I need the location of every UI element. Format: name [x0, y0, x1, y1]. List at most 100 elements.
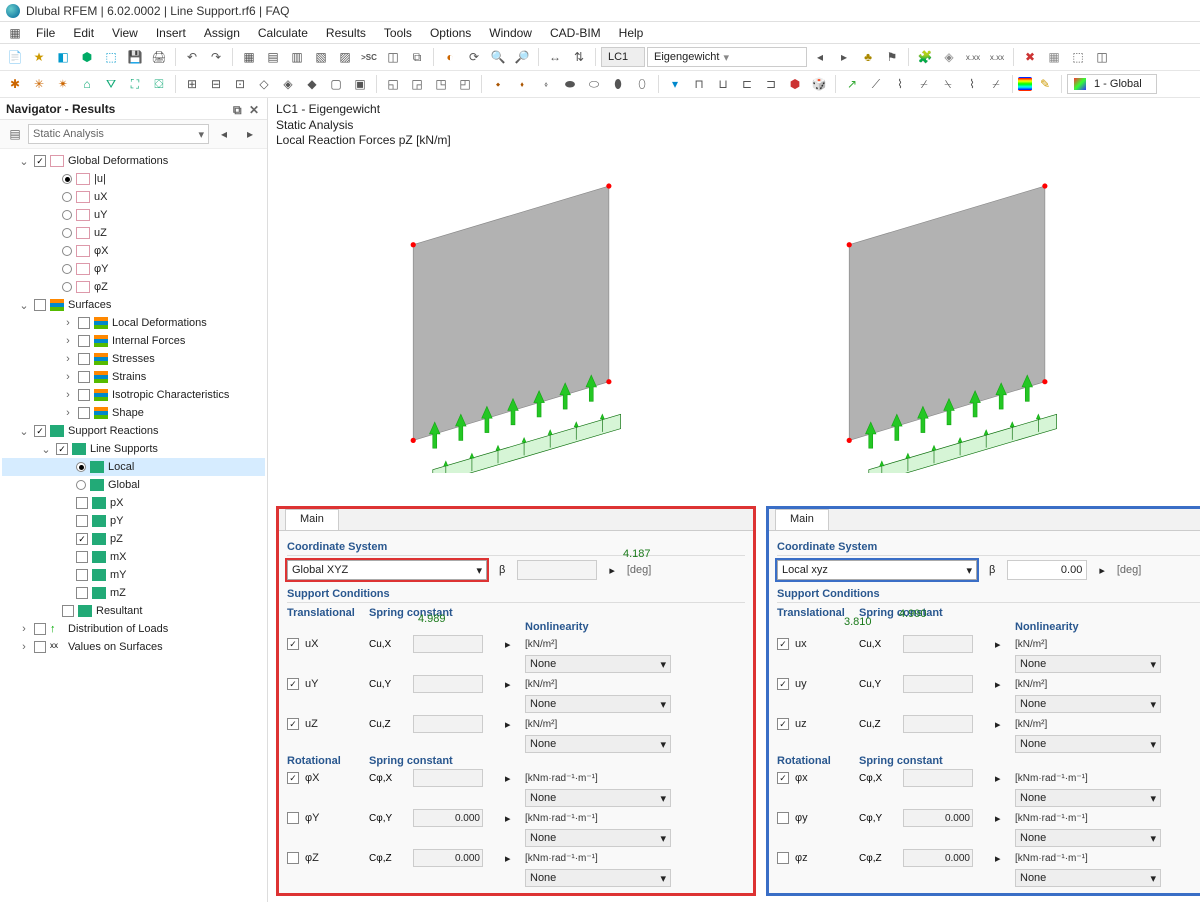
pin-icon[interactable]: ⧉	[233, 103, 245, 115]
checkbox[interactable]	[78, 371, 90, 383]
tree-pz[interactable]: pZ	[2, 530, 265, 548]
checkbox[interactable]	[287, 852, 299, 864]
radio[interactable]	[76, 462, 86, 472]
tool-icon[interactable]: ◱	[382, 73, 404, 95]
tool-icon[interactable]: ⊡	[229, 73, 251, 95]
tree-resultant[interactable]: Resultant	[2, 602, 265, 620]
tool-icon[interactable]: ▤	[262, 46, 284, 68]
viewport-right[interactable]: 3.810 4.990	[734, 153, 1200, 500]
tool-icon[interactable]: ▧	[310, 46, 332, 68]
menu-help[interactable]: Help	[611, 24, 652, 42]
checkbox[interactable]	[78, 335, 90, 347]
tree-global-deformations[interactable]: ⌄ Global Deformations	[2, 152, 265, 170]
tool-icon[interactable]: ⊞	[181, 73, 203, 95]
checkbox[interactable]	[777, 638, 789, 650]
menu-cadbim[interactable]: CAD-BIM	[542, 24, 609, 42]
save-icon[interactable]: ★	[28, 46, 50, 68]
cs-select-global[interactable]: Global XYZ▾	[287, 560, 487, 580]
checkbox[interactable]	[78, 407, 90, 419]
tool-icon[interactable]	[1018, 77, 1032, 91]
spin[interactable]: 0.000	[413, 809, 483, 827]
tool-icon[interactable]: ⬭	[583, 73, 605, 95]
tree-surfaces[interactable]: ⌄ Surfaces	[2, 296, 265, 314]
tree-dist-loads[interactable]: › ↑ Distribution of Loads	[2, 620, 265, 638]
tool-icon[interactable]: >SC	[358, 46, 380, 68]
tool-icon[interactable]: ◳	[430, 73, 452, 95]
radio[interactable]	[62, 210, 72, 220]
tool-icon[interactable]: ⬯	[631, 73, 653, 95]
checkbox[interactable]	[287, 718, 299, 730]
tool-icon[interactable]: ⌿	[913, 73, 935, 95]
nav-prev-icon[interactable]: ◂	[213, 123, 235, 145]
tree-local-def[interactable]: ›Local Deformations	[2, 314, 265, 332]
checkbox[interactable]	[78, 353, 90, 365]
tool-icon[interactable]: ⊓	[688, 73, 710, 95]
tool-icon[interactable]: ⟋	[865, 73, 887, 95]
tree-global[interactable]: Global	[2, 476, 265, 494]
search-icon[interactable]: 🔍	[487, 46, 509, 68]
tree-iso[interactable]: ›Isotropic Characteristics	[2, 386, 265, 404]
tool-icon[interactable]: ⇅	[568, 46, 590, 68]
tool-icon[interactable]: ⊟	[205, 73, 227, 95]
checkbox[interactable]	[34, 623, 46, 635]
loadcase-selector[interactable]: LC1	[601, 47, 645, 67]
tree-item-phiy[interactable]: φY	[2, 260, 265, 278]
checkbox[interactable]	[34, 641, 46, 653]
tool-icon[interactable]: ✴	[52, 73, 74, 95]
new-icon[interactable]: 📄	[4, 46, 26, 68]
tool-icon[interactable]: ◲	[406, 73, 428, 95]
tool-icon[interactable]: ⌇	[961, 73, 983, 95]
tool-icon[interactable]: ◫	[382, 46, 404, 68]
nonl-select[interactable]: None▾	[1015, 829, 1161, 847]
nav-next-icon[interactable]: ▸	[239, 123, 261, 145]
tool-icon[interactable]: ⌿	[985, 73, 1007, 95]
tree-stresses[interactable]: ›Stresses	[2, 350, 265, 368]
tool-icon[interactable]: ◈	[938, 46, 960, 68]
checkbox[interactable]	[62, 605, 74, 617]
analysis-icon[interactable]: ▤	[6, 125, 24, 143]
save-icon[interactable]: 💾	[124, 46, 146, 68]
tool-icon[interactable]: ⬫	[535, 73, 557, 95]
spin[interactable]: 0.000	[903, 809, 973, 827]
checkbox[interactable]	[76, 497, 88, 509]
tool-icon[interactable]: x.xx	[962, 46, 984, 68]
tool-icon[interactable]: ♣	[857, 46, 879, 68]
radio[interactable]	[62, 192, 72, 202]
radio[interactable]	[76, 480, 86, 490]
edit-icon[interactable]: ✎	[1034, 73, 1056, 95]
tool-icon[interactable]: ◫	[1091, 46, 1113, 68]
tree-px[interactable]: pX	[2, 494, 265, 512]
tree-shape[interactable]: ›Shape	[2, 404, 265, 422]
checkbox[interactable]	[76, 569, 88, 581]
menu-calculate[interactable]: Calculate	[250, 24, 316, 42]
checkbox[interactable]	[34, 299, 46, 311]
tool-icon[interactable]: ✖	[1019, 46, 1041, 68]
menu-file[interactable]: File	[28, 24, 63, 42]
menu-tools[interactable]: Tools	[376, 24, 420, 42]
tree-strains[interactable]: ›Strains	[2, 368, 265, 386]
tool-icon[interactable]: ⊏	[736, 73, 758, 95]
tree-local[interactable]: Local	[2, 458, 265, 476]
tree-my[interactable]: mY	[2, 566, 265, 584]
checkbox[interactable]	[34, 155, 46, 167]
tree-mz[interactable]: mZ	[2, 584, 265, 602]
tool-icon[interactable]: ↗	[841, 73, 863, 95]
menu-edit[interactable]: Edit	[65, 24, 102, 42]
nonl-select[interactable]: None▾	[525, 869, 671, 887]
spin[interactable]	[413, 675, 483, 693]
tool-icon[interactable]: ▦	[1043, 46, 1065, 68]
coord-system-selector[interactable]: 1 - Global	[1067, 74, 1157, 94]
checkbox[interactable]	[34, 425, 46, 437]
spin[interactable]	[903, 715, 973, 733]
radio[interactable]	[62, 264, 72, 274]
nonl-select[interactable]: None▾	[525, 789, 671, 807]
checkbox[interactable]	[76, 533, 88, 545]
tool-icon[interactable]: ⚑	[881, 46, 903, 68]
tool-icon[interactable]: ⛶	[124, 73, 146, 95]
tool-icon[interactable]: ⊔	[712, 73, 734, 95]
tool-icon[interactable]: ⧉	[406, 46, 428, 68]
checkbox[interactable]	[287, 812, 299, 824]
tree-item-uy[interactable]: uY	[2, 206, 265, 224]
tree-mx[interactable]: mX	[2, 548, 265, 566]
tool-icon[interactable]: ▥	[286, 46, 308, 68]
